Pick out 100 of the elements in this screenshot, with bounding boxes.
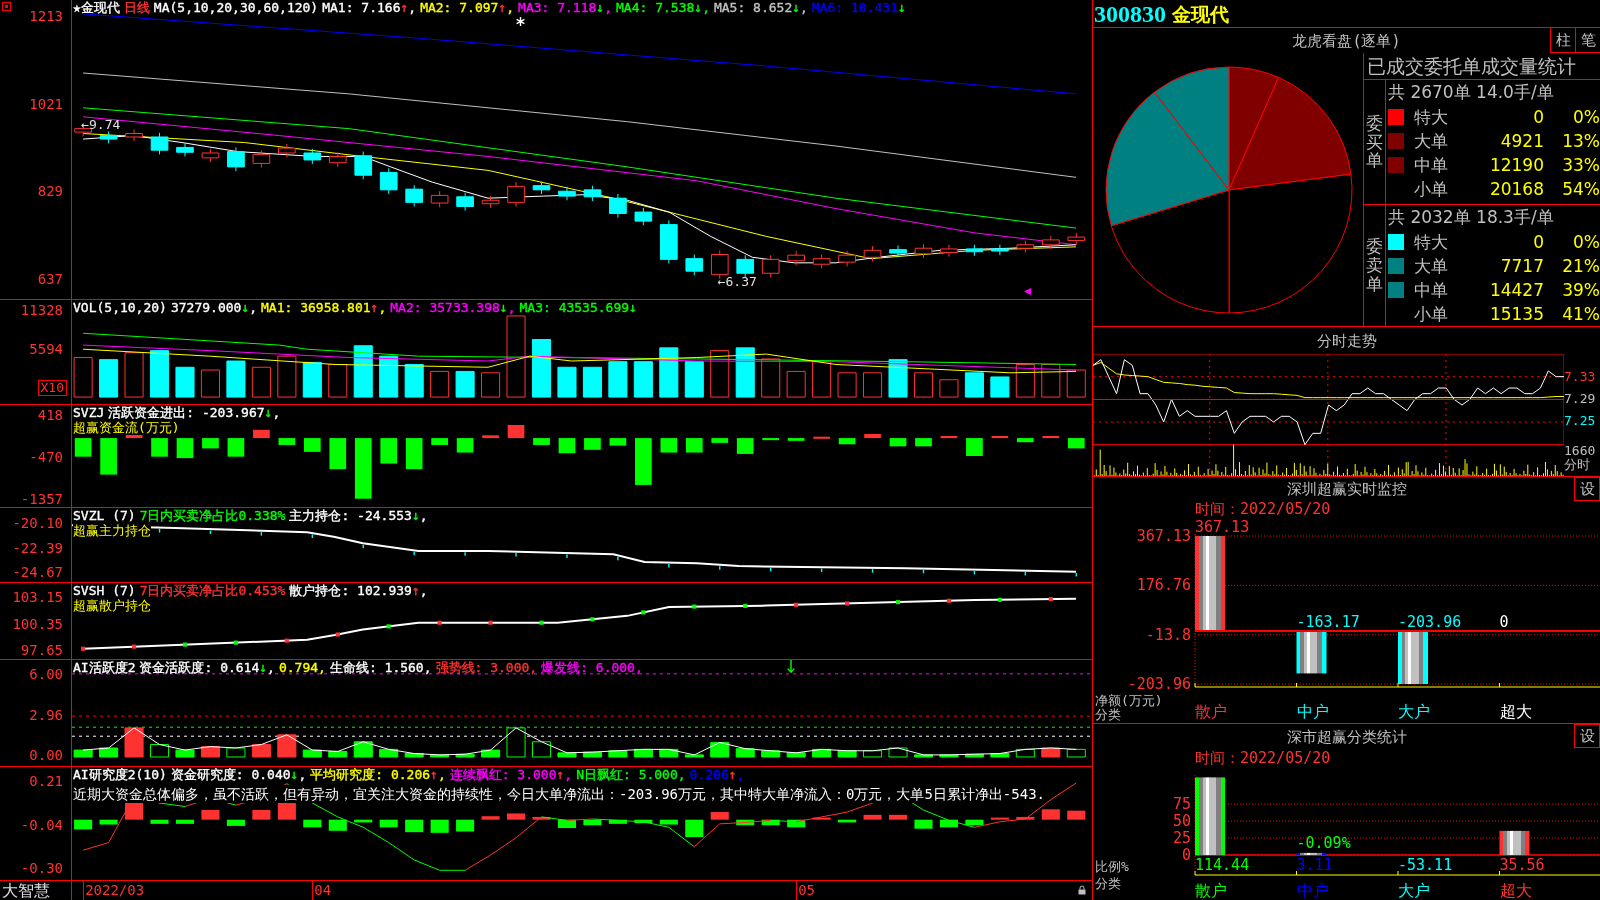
indicator-subtitle: 超赢主力持仓 <box>73 524 151 538</box>
settings-button[interactable]: 设 <box>1574 724 1600 748</box>
axis-label: 637 <box>37 271 63 286</box>
axis-label: -1357 <box>20 492 63 506</box>
date-label: 05 <box>796 881 815 900</box>
order-size-label: 小单 <box>1414 179 1448 199</box>
percent-value: 41% <box>1562 304 1600 324</box>
axis-label: 5594 <box>29 341 63 356</box>
data-label: -163.17 <box>1296 613 1360 632</box>
chart-bar <box>1296 631 1327 674</box>
price-label: 7.29 <box>1564 392 1596 406</box>
axis-label: 97.65 <box>20 643 63 657</box>
view-button[interactable]: 柱 <box>1550 28 1575 53</box>
volume-value: 4921 <box>1500 131 1544 151</box>
order-size-label: 小单 <box>1414 304 1448 324</box>
axis-label: -22.39 <box>12 540 63 555</box>
data-label: 0 <box>1499 613 1509 632</box>
annotation-label: -0.09% <box>1296 833 1351 852</box>
category-label: 中户 <box>1296 702 1329 721</box>
stock-code: 300830 <box>1094 0 1166 27</box>
legend-text: SVZL (7) <box>73 508 136 524</box>
axis-label: 418 <box>37 408 63 422</box>
volume-label: 分时 <box>1564 458 1590 472</box>
panel-title: 龙虎看盘(逐单) <box>1292 31 1401 50</box>
order-size-label: 大单 <box>1414 131 1448 151</box>
brand-label: 大智慧 <box>0 881 72 900</box>
category-label: 超大 <box>1499 702 1532 721</box>
axis-label: 100.35 <box>12 616 63 631</box>
indicator-subtitle: 超赢散户持仓 <box>73 599 151 613</box>
legend-text: 散户持仓: 102.939↑, <box>289 583 428 599</box>
chart-bar <box>1296 852 1327 855</box>
legend-text: 7日内买卖净占比0.453% <box>139 583 286 599</box>
axis-label: -0.30 <box>20 861 63 875</box>
axis-label: -24.67 <box>12 565 63 579</box>
data-label: 3.11 <box>1296 856 1333 874</box>
group-label: 委卖单 <box>1366 237 1383 294</box>
volume-label: 1660 <box>1564 444 1596 458</box>
price-label: 7.25 <box>1564 414 1596 428</box>
axis-label: -470 <box>29 450 63 464</box>
unit-label: X10 <box>37 380 67 396</box>
order-size-label: 大单 <box>1414 256 1448 276</box>
axis-label: 176.76 <box>1136 576 1191 595</box>
legend-text: SVSH (7) <box>73 583 136 599</box>
axis-title: 分类 <box>1095 876 1121 891</box>
date-label: 04 <box>312 881 332 900</box>
percent-value: 21% <box>1562 256 1600 276</box>
table-title: 已成交委托单成交量统计 <box>1367 55 1576 77</box>
axis-label: 50 <box>1172 812 1191 831</box>
axis-label: -20.10 <box>12 516 63 530</box>
order-size-label: 特大 <box>1414 107 1448 127</box>
axis-label: 829 <box>37 184 63 199</box>
axis-title: 比例% <box>1095 859 1129 874</box>
legend-text: 7日内买卖净占比0.338% <box>139 508 286 524</box>
volume-value: 15135 <box>1489 304 1544 324</box>
axis-label: 103.15 <box>12 590 63 604</box>
order-size-label: 特大 <box>1414 232 1448 252</box>
lock-icon <box>1078 885 1086 895</box>
date-label: 2022/03 <box>83 881 145 900</box>
category-label: 大户 <box>1398 881 1430 900</box>
percent-value: 39% <box>1562 280 1600 300</box>
group-summary: 共 2032单 18.3手/单 <box>1388 206 1554 229</box>
axis-title: 净额(万元) <box>1095 693 1163 708</box>
volume-value: 0 <box>1533 107 1544 127</box>
axis-label: -203.96 <box>1127 675 1191 693</box>
chart-bar <box>1398 631 1428 684</box>
data-label: 114.44 <box>1195 856 1250 874</box>
category-label: 散户 <box>1195 881 1227 900</box>
axis-label: 0.00 <box>29 748 63 762</box>
time-label: 时间：2022/05/20 <box>1195 501 1331 517</box>
volume-value: 0 <box>1533 232 1544 252</box>
axis-label: 1213 <box>29 9 63 23</box>
percent-value: 0% <box>1573 107 1600 127</box>
axis-label: 25 <box>1172 829 1191 848</box>
axis-label: 0.21 <box>29 774 63 788</box>
order-size-label: 中单 <box>1414 155 1448 175</box>
volume-value: 7717 <box>1500 256 1544 276</box>
category-label: 散户 <box>1195 702 1227 721</box>
group-label: 委买单 <box>1366 113 1383 171</box>
stock-name: 金现代 <box>1172 1 1229 26</box>
axis-label: 75 <box>1172 795 1191 814</box>
percent-value: 54% <box>1562 179 1600 199</box>
category-label: 中户 <box>1296 881 1329 900</box>
axis-label: 6.00 <box>29 667 63 681</box>
square-icon[interactable] <box>2 2 11 11</box>
axis-label: 367.13 <box>1136 527 1191 545</box>
axis-label: -0.04 <box>20 817 63 832</box>
category-label: 大户 <box>1398 702 1430 721</box>
category-label: 超大 <box>1499 881 1532 900</box>
percent-value: 0% <box>1573 232 1600 252</box>
settings-button[interactable]: 设 <box>1574 477 1600 501</box>
group-summary: 共 2670单 14.0手/单 <box>1388 81 1554 104</box>
axis-title: 分类 <box>1095 707 1121 722</box>
axis-label: 0 <box>1181 846 1191 864</box>
data-label: -53.11 <box>1398 856 1453 874</box>
view-button[interactable]: 笔 <box>1575 28 1600 53</box>
axis-label: 2.96 <box>29 707 63 722</box>
order-size-label: 中单 <box>1414 280 1448 300</box>
legend-text: 主力持仓: -24.553↓, <box>289 508 428 524</box>
volume-value: 12190 <box>1489 155 1544 175</box>
price-label: 7.33 <box>1564 370 1596 384</box>
